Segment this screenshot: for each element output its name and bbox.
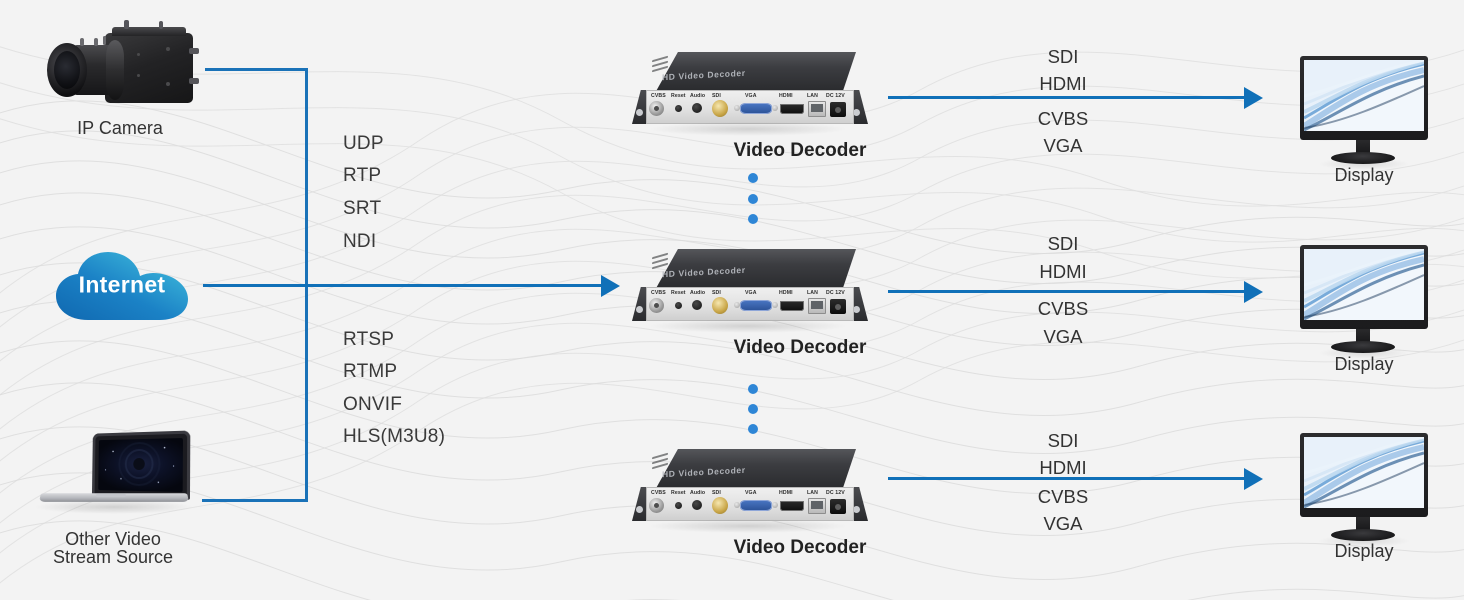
port-hdmi-1 xyxy=(780,104,804,114)
port-vga-screw-left-3 xyxy=(734,502,740,508)
port-vga-screw-left-2 xyxy=(734,302,740,308)
port-cvbs-center-3 xyxy=(654,503,659,508)
port-label-reset-2: Reset xyxy=(671,290,686,296)
protocol-onvif: ONVIF xyxy=(343,394,403,415)
video-decoder-caption-3: Video Decoder xyxy=(733,537,867,558)
display-label-3: Display xyxy=(1334,541,1394,561)
protocol-rtmp: RTMP xyxy=(343,361,398,382)
port-label-lan-2: LAN xyxy=(807,290,818,296)
decoder-to-display-arrow-head-3 xyxy=(1244,468,1263,490)
port-label-sdi-2: SDI xyxy=(712,290,721,296)
output-cvbs-3: CVBS xyxy=(1037,486,1089,507)
port-vga-screw-left-1 xyxy=(734,105,740,111)
output-vga-3: VGA xyxy=(1043,513,1083,534)
port-label-lan-1: LAN xyxy=(807,93,818,99)
port-hdmi-3 xyxy=(780,501,804,511)
port-label-reset-1: Reset xyxy=(671,93,686,99)
port-label-dc-2: DC 12V xyxy=(826,290,845,296)
port-hdmi-2 xyxy=(780,301,804,311)
port-vga-1 xyxy=(740,103,772,114)
port-label-dc-1: DC 12V xyxy=(826,93,845,99)
other-source-label-line2: Stream Source xyxy=(52,547,174,567)
port-label-sdi-3: SDI xyxy=(712,490,721,496)
display-label-1: Display xyxy=(1334,165,1394,185)
port-reset-1 xyxy=(675,105,682,112)
output-sdi-1: SDI xyxy=(1047,46,1079,67)
output-hdmi-1: HDMI xyxy=(1039,73,1087,94)
camera-connector-line xyxy=(205,68,308,71)
video-decoder-caption-2: Video Decoder xyxy=(733,337,867,358)
port-vga-screw-right-3 xyxy=(772,502,778,508)
output-sdi-2: SDI xyxy=(1047,233,1079,254)
port-dc-inner-1 xyxy=(835,107,841,113)
protocol-srt: SRT xyxy=(343,198,382,219)
port-reset-2 xyxy=(675,302,682,309)
port-label-hdmi-2: HDMI xyxy=(779,290,793,296)
port-audio-1 xyxy=(692,103,702,113)
protocol-hls: HLS(M3U8) xyxy=(343,426,446,447)
output-hdmi-3: HDMI xyxy=(1039,457,1087,478)
decoder-to-display-arrow-line-1 xyxy=(888,96,1246,99)
port-cvbs-center-1 xyxy=(654,106,659,111)
decoder-to-display-arrow-head-1 xyxy=(1244,87,1263,109)
port-lan-inner-3 xyxy=(811,501,823,509)
port-label-lan-3: LAN xyxy=(807,490,818,496)
port-label-reset-3: Reset xyxy=(671,490,686,496)
protocol-udp: UDP xyxy=(343,133,384,154)
output-vga-2: VGA xyxy=(1043,326,1083,347)
output-sdi-3: SDI xyxy=(1047,430,1079,451)
port-label-cvbs-1: CVBS xyxy=(651,93,666,99)
port-sdi-1 xyxy=(712,100,728,117)
port-label-dc-3: DC 12V xyxy=(826,490,845,496)
port-label-hdmi-3: HDMI xyxy=(779,490,793,496)
port-vga-screw-right-1 xyxy=(772,105,778,111)
port-dc-inner-2 xyxy=(835,304,841,310)
internet-cloud: Internet xyxy=(52,250,192,322)
port-audio-3 xyxy=(692,500,702,510)
diagram-canvas: IP Camera Internet Other Video Stream So… xyxy=(0,0,1464,600)
video-decoder-2: HD Video Decoder CVBS Reset Audio SDI VG… xyxy=(630,249,870,335)
decoder-to-display-arrow-head-2 xyxy=(1244,281,1263,303)
port-label-audio-1: Audio xyxy=(690,93,706,99)
display-label-2: Display xyxy=(1334,354,1394,374)
port-label-audio-3: Audio xyxy=(690,490,706,496)
port-label-hdmi-1: HDMI xyxy=(779,93,793,99)
port-cvbs-center-2 xyxy=(654,303,659,308)
other-source-connector-line xyxy=(202,499,308,502)
output-vga-1: VGA xyxy=(1043,135,1083,156)
port-label-sdi-1: SDI xyxy=(712,93,721,99)
internet-to-decoder-arrow-head xyxy=(601,275,620,297)
port-label-vga-2: VGA xyxy=(745,290,757,296)
port-label-cvbs-3: CVBS xyxy=(651,490,666,496)
port-label-vga-1: VGA xyxy=(745,93,757,99)
port-lan-inner-2 xyxy=(811,301,823,309)
port-vga-screw-right-2 xyxy=(772,302,778,308)
ip-camera-label: IP Camera xyxy=(77,118,163,138)
output-cvbs-2: CVBS xyxy=(1037,298,1089,319)
protocol-ndi: NDI xyxy=(343,231,377,252)
port-dc-inner-3 xyxy=(835,504,841,510)
output-cvbs-1: CVBS xyxy=(1037,108,1089,129)
port-sdi-2 xyxy=(712,297,728,314)
port-label-vga-3: VGA xyxy=(745,490,757,496)
port-audio-2 xyxy=(692,300,702,310)
port-vga-2 xyxy=(740,300,772,311)
output-hdmi-2: HDMI xyxy=(1039,261,1087,282)
protocol-rtp: RTP xyxy=(343,165,382,186)
port-label-audio-2: Audio xyxy=(690,290,706,296)
decoder-to-display-arrow-line-2 xyxy=(888,290,1246,293)
port-sdi-3 xyxy=(712,497,728,514)
internet-label: Internet xyxy=(78,271,166,298)
video-decoder-caption-1: Video Decoder xyxy=(733,140,867,161)
video-decoder-1: HD Video Decoder CVBS Reset Audio SDI VG… xyxy=(630,52,870,138)
video-decoder-3: HD Video Decoder CVBS Reset Audio SDI VG… xyxy=(630,449,870,535)
port-reset-3 xyxy=(675,502,682,509)
port-vga-3 xyxy=(740,500,772,511)
port-lan-inner-1 xyxy=(811,104,823,112)
port-label-cvbs-2: CVBS xyxy=(651,290,666,296)
protocol-rtsp: RTSP xyxy=(343,329,395,350)
internet-to-decoder-arrow-line xyxy=(203,284,603,287)
